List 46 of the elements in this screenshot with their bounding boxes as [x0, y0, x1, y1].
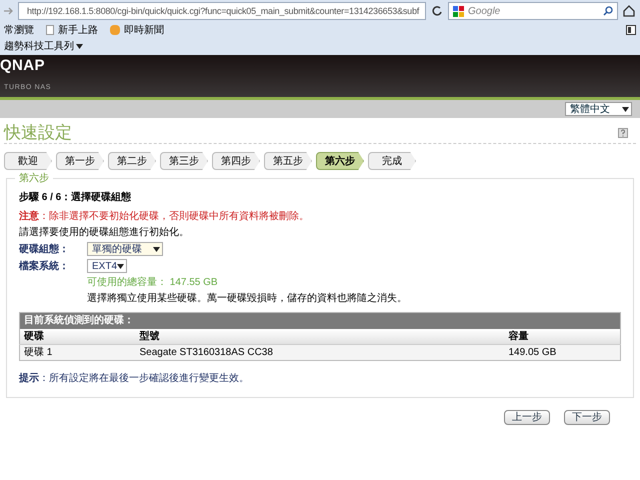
- reload-icon[interactable]: [430, 4, 444, 18]
- field-label: 檔案系統：: [19, 260, 70, 272]
- step-tab[interactable]: 第五步: [264, 152, 312, 170]
- step-button[interactable]: 下一步: [564, 410, 610, 425]
- language-select[interactable]: 繁體中文: [565, 102, 632, 116]
- step-tab[interactable]: 完成: [368, 152, 416, 170]
- address-field[interactable]: http://192.168.1.5:8080/cgi-bin/quick/quick.cgi?func=quick05_main_submit&counter=1314236653&subf: [18, 2, 426, 20]
- bookmark-link[interactable]: 常瀏覽: [4, 24, 34, 36]
- tip-text: 提示：所有設定將在最後一步確認後進行變更生效。: [19, 372, 250, 385]
- search-field[interactable]: Google: [448, 2, 618, 20]
- bookmarks-icon[interactable]: [626, 25, 636, 35]
- note-text: 選擇將獨立使用某些硬碟。萬一硬碟毀損時，儲存的資料也將隨之消失。: [87, 292, 408, 305]
- logo: QNAP: [0, 58, 46, 73]
- panel-legend: 第六步: [15, 172, 53, 185]
- help-icon[interactable]: [618, 128, 628, 138]
- step-tab[interactable]: 第二步: [108, 152, 156, 170]
- caret-icon: [76, 44, 83, 49]
- step-tab[interactable]: 第三步: [160, 152, 208, 170]
- url-text: http://192.168.1.5:8080/cgi-bin/quick/quick.cgi?func=quick05_main_submit&counter=1314236653&subf: [27, 4, 420, 18]
- capacity-text: 可使用的總容量： 147.55 GB: [87, 276, 219, 289]
- dropdown-caret-icon: [622, 106, 629, 112]
- search-input[interactable]: Google: [468, 4, 599, 18]
- dropdown-field[interactable]: EXT4: [87, 259, 127, 273]
- dropdown-field[interactable]: 單獨的硬碟: [87, 242, 163, 256]
- step-tab[interactable]: 第四步: [212, 152, 260, 170]
- dropdown-caret-icon: [117, 264, 124, 268]
- bookmark-link[interactable]: 新手上路: [46, 24, 98, 36]
- instruction-text: 請選擇要使用的硬碟組態進行初始化。: [19, 226, 190, 239]
- search-icon[interactable]: [603, 6, 613, 16]
- table-cell: 硬碟 1: [20, 344, 136, 360]
- table-cell: Seagate ST3160318AS CC38: [136, 344, 504, 360]
- page-title: 快速設定: [4, 126, 72, 139]
- step-heading: 步驟 6 / 6：選擇硬碟組態: [19, 191, 132, 204]
- table-cell: 149.05 GB: [504, 344, 620, 360]
- toolbar-menu[interactable]: 趨勢科技工具列: [4, 40, 83, 53]
- step-tab[interactable]: 第一步: [56, 152, 104, 170]
- field-label: 硬碟組態：: [19, 242, 70, 256]
- step-tab[interactable]: 第六步: [316, 152, 364, 170]
- dropdown-caret-icon: [153, 246, 160, 252]
- warning-text: 注意：除非選擇不要初始化硬碟，否則硬碟中所有資料將被刪除。: [19, 210, 310, 223]
- step-tab[interactable]: 歡迎: [4, 152, 52, 170]
- table-title: 目前系統偵測到的硬碟：: [20, 312, 620, 328]
- step-button[interactable]: 上一步: [504, 410, 550, 425]
- bookmark-link[interactable]: 即時新聞: [110, 24, 164, 36]
- search-engine-icon: [453, 6, 464, 16]
- home-icon[interactable]: [622, 4, 636, 18]
